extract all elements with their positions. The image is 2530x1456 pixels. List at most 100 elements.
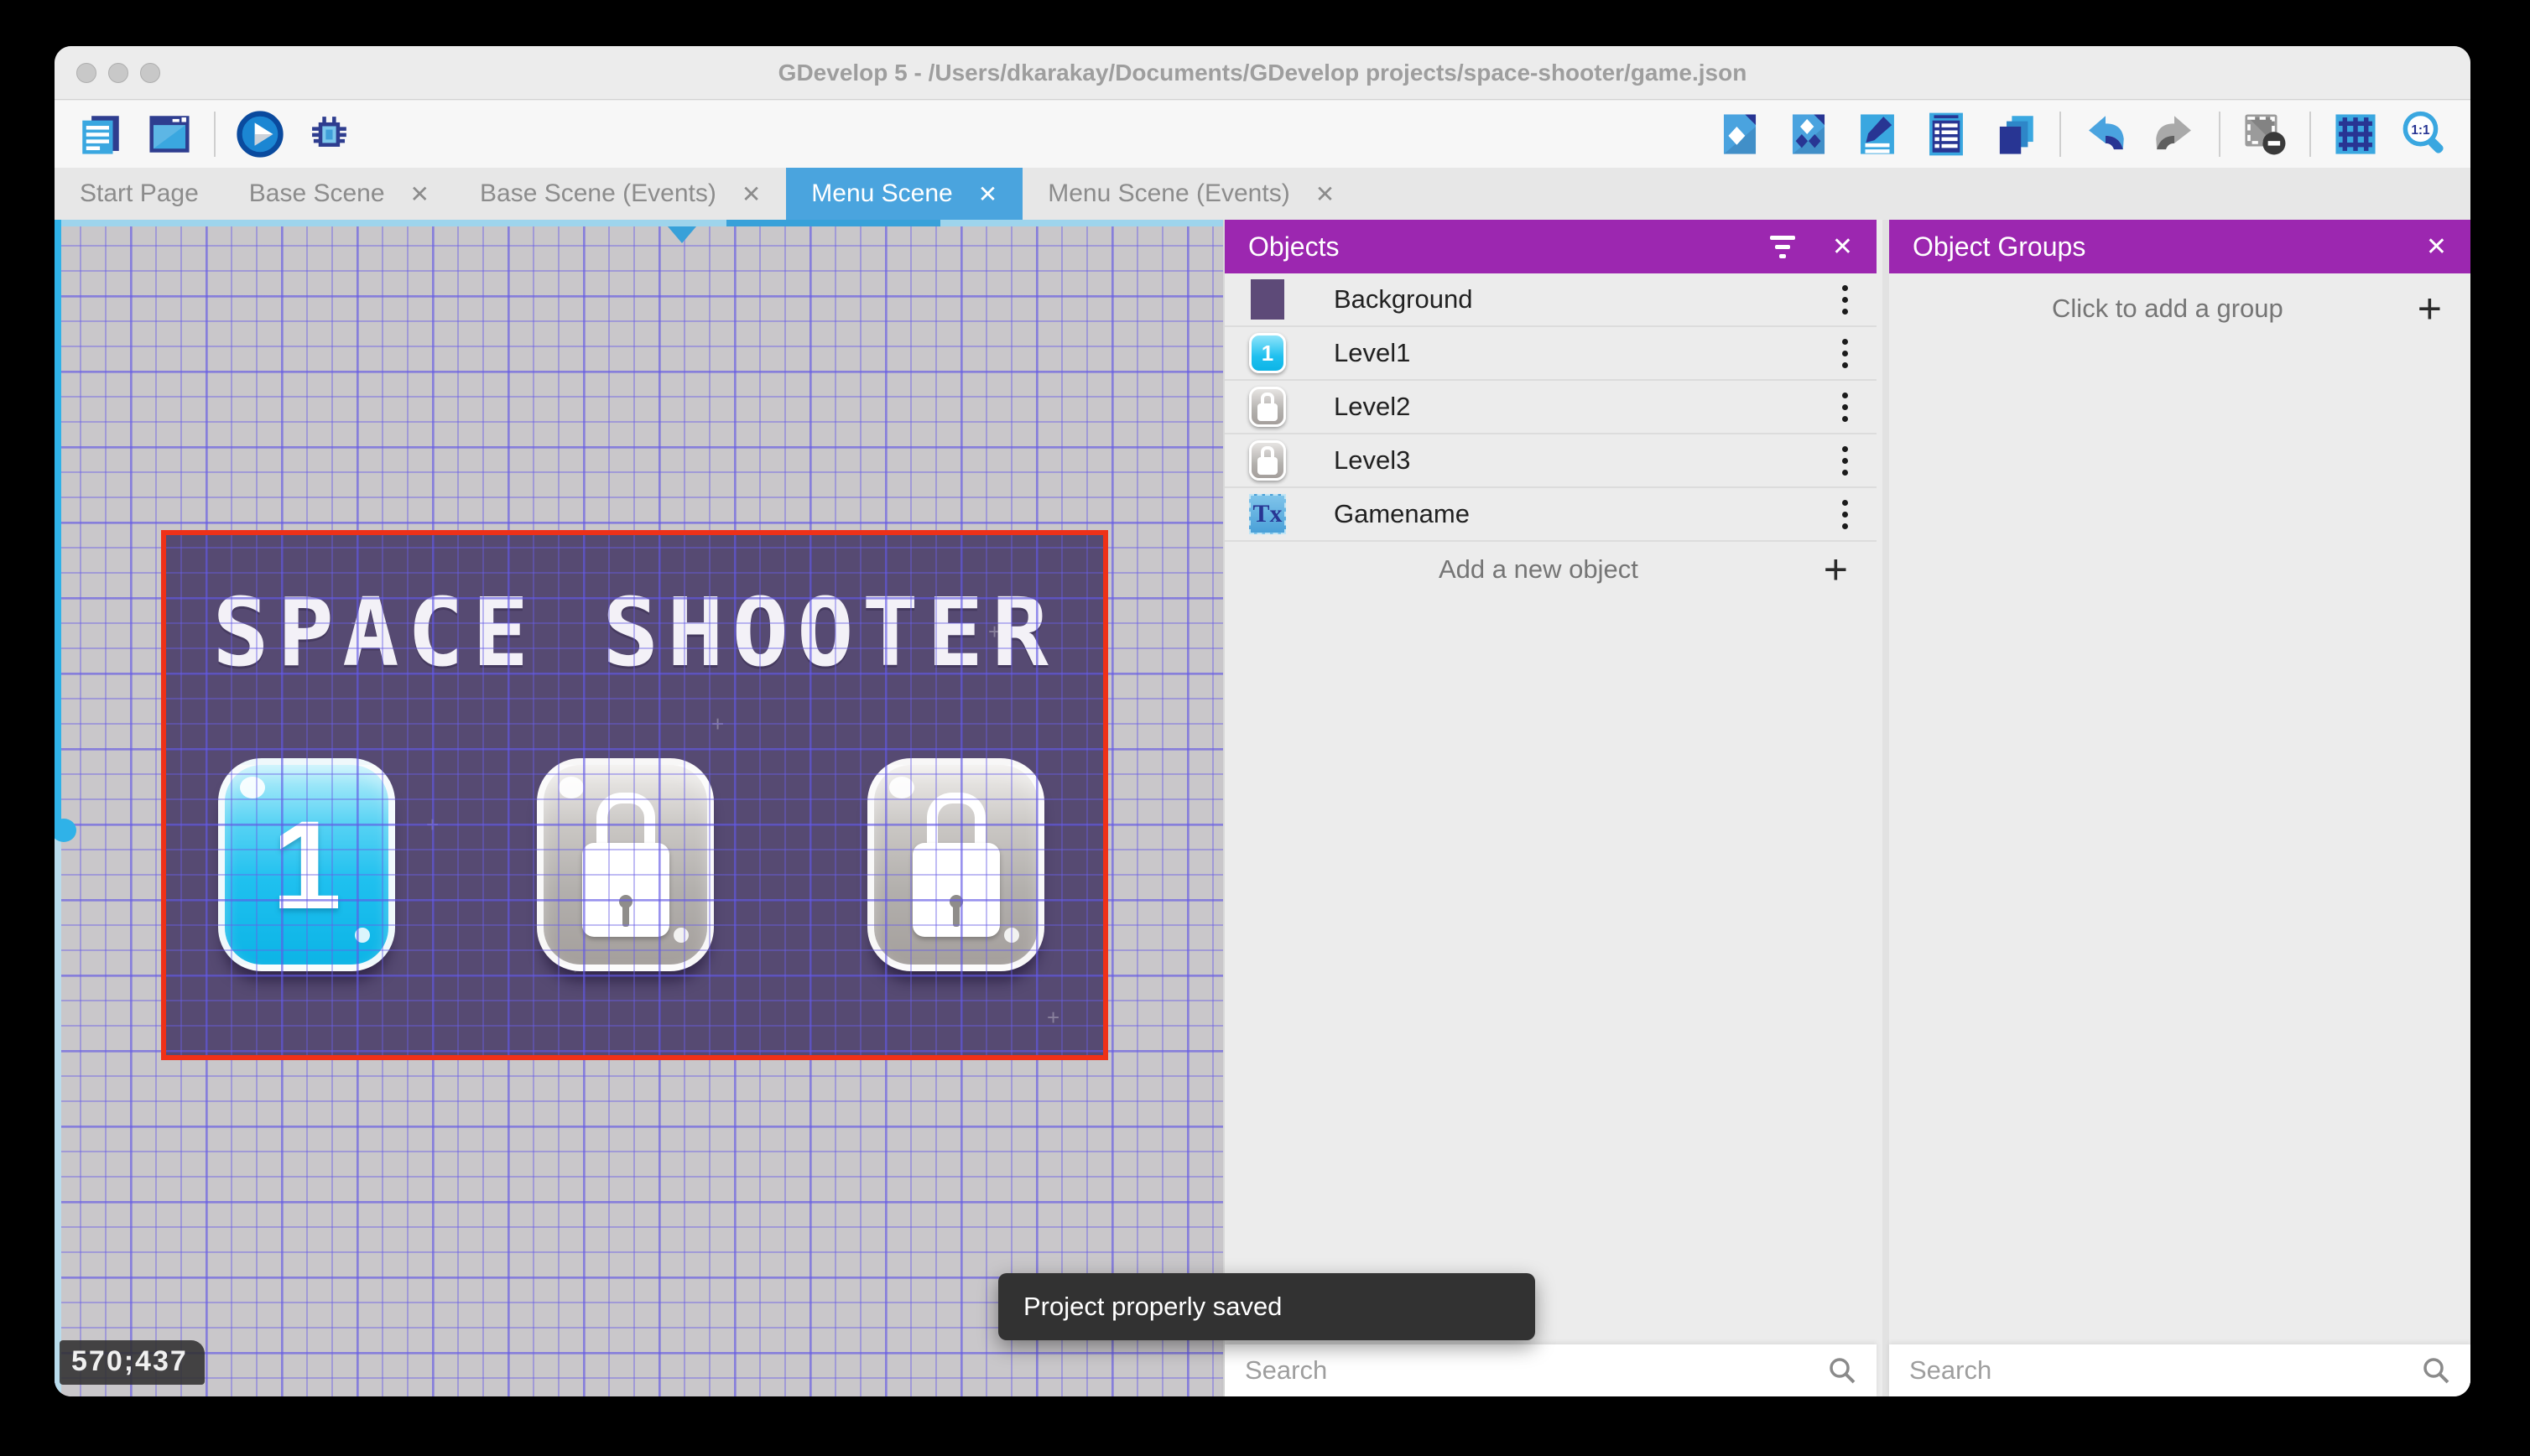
gloss-highlight [1004, 928, 1019, 943]
debug-icon[interactable] [305, 110, 353, 159]
close-tab-icon[interactable]: ✕ [978, 180, 997, 208]
object-menu-icon[interactable] [1842, 284, 1848, 315]
save-toast: Project properly saved [998, 1273, 1535, 1340]
object-thumbnail [1248, 278, 1287, 320]
vertical-scroll-marker[interactable] [55, 819, 76, 842]
search-icon [1830, 1358, 1856, 1384]
grid-icon[interactable] [2331, 110, 2380, 159]
object-row-level1[interactable]: 1 Level1 [1225, 327, 1877, 381]
toolbar-right: 1:1 [1715, 110, 2449, 159]
object-menu-icon[interactable] [1842, 499, 1848, 529]
horizontal-scrollbar[interactable] [55, 220, 1223, 226]
object-label: Background [1334, 284, 1473, 314]
play-button[interactable] [236, 110, 284, 159]
start-page-icon[interactable] [145, 110, 194, 159]
gloss-highlight [355, 928, 370, 943]
toolbar-left [76, 110, 353, 159]
instances-list-icon[interactable] [1922, 110, 1970, 159]
gloss-highlight [889, 777, 914, 798]
zoom-1-1-icon[interactable]: 1:1 [2400, 110, 2449, 159]
object-thumbnail: Tx [1248, 493, 1287, 535]
object-row-level3[interactable]: Level3 [1225, 434, 1877, 488]
vertical-scrollbar[interactable] [55, 220, 61, 1396]
search-icon [2423, 1358, 2449, 1384]
level3-button-instance[interactable] [867, 758, 1044, 971]
objects-search-input[interactable] [1245, 1355, 1828, 1386]
gloss-highlight [240, 777, 265, 798]
gloss-highlight [559, 777, 584, 798]
object-groups-editor-icon[interactable] [1784, 110, 1833, 159]
horizontal-scroll-marker[interactable] [668, 226, 696, 243]
undo-button[interactable] [2081, 110, 2130, 159]
titlebar: GDevelop 5 - /Users/dkarakay/Documents/G… [55, 46, 2470, 100]
object-label: Level1 [1334, 338, 1411, 367]
level1-button-instance[interactable]: 1 [218, 758, 395, 971]
groups-search-input[interactable] [1909, 1355, 2422, 1386]
add-object-plus-icon[interactable]: + [1824, 549, 1848, 590]
object-menu-icon[interactable] [1842, 392, 1848, 422]
gdevelop-window: GDevelop 5 - /Users/dkarakay/Documents/G… [55, 46, 2470, 1396]
vertical-scrollbar-thumb[interactable] [55, 220, 61, 830]
object-thumbnail [1248, 439, 1287, 481]
tab-label: Base Scene (Events) [480, 179, 716, 207]
properties-icon[interactable] [1853, 110, 1902, 159]
tab-label: Menu Scene [811, 179, 953, 207]
tab-bar: Start Page Base Scene ✕ Base Scene (Even… [55, 168, 2470, 220]
object-menu-icon[interactable] [1842, 445, 1848, 476]
zoom-1-1-label: 1:1 [2411, 123, 2430, 138]
filter-icon[interactable] [1769, 235, 1795, 258]
object-label: Level2 [1334, 392, 1411, 421]
mask-render-icon[interactable] [2241, 110, 2289, 159]
groups-search-bar [1889, 1344, 2470, 1396]
level2-button-instance[interactable] [537, 758, 714, 971]
objects-editor-icon[interactable] [1715, 110, 1764, 159]
tab-menu-scene-events[interactable]: Menu Scene (Events) ✕ [1023, 168, 1360, 220]
close-tab-icon[interactable]: ✕ [742, 180, 761, 208]
close-panel-icon[interactable]: ✕ [1832, 232, 1853, 262]
star-decoration: + [711, 711, 725, 736]
project-manager-icon[interactable] [76, 110, 125, 159]
tab-label: Start Page [80, 179, 199, 207]
horizontal-scrollbar-thumb[interactable] [726, 220, 940, 226]
add-group-plus-icon[interactable]: + [2418, 288, 2442, 330]
object-thumbnail [1248, 386, 1287, 428]
close-tab-icon[interactable]: ✕ [1315, 180, 1335, 208]
cursor-coordinates: 570;437 [60, 1340, 205, 1385]
tab-label: Base Scene [248, 179, 385, 207]
objects-panel-header: Objects ✕ [1225, 220, 1877, 273]
object-menu-icon[interactable] [1842, 338, 1848, 368]
objects-panel: Objects ✕ Background 1 Level1 Level2 Lev… [1223, 220, 1877, 1396]
toolbar-separator [2309, 112, 2311, 157]
gloss-highlight [674, 928, 689, 943]
object-groups-panel: Object Groups ✕ Click to add a group + [1882, 220, 2470, 1396]
star-decoration: + [426, 812, 440, 837]
scene-title-text[interactable]: SPACE SHOOTER [166, 579, 1103, 688]
objects-panel-title: Objects [1248, 231, 1340, 262]
add-group-row[interactable]: Click to add a group + [1889, 273, 2470, 344]
add-group-label: Click to add a group [2052, 294, 2283, 323]
tab-base-scene-events[interactable]: Base Scene (Events) ✕ [455, 168, 786, 220]
lock-icon [581, 793, 669, 937]
redo-button[interactable] [2150, 110, 2199, 159]
object-row-background[interactable]: Background [1225, 273, 1877, 327]
objects-search-bar [1225, 1344, 1877, 1396]
scene-canvas[interactable]: + + + + + + + SPACE SHOOTER 1 [55, 220, 1223, 1396]
add-object-row[interactable]: Add a new object + [1225, 542, 1877, 597]
main-content: + + + + + + + SPACE SHOOTER 1 [55, 220, 2470, 1396]
object-label: Gamename [1334, 499, 1470, 528]
tab-start-page[interactable]: Start Page [55, 168, 224, 220]
toolbar-separator [2059, 112, 2061, 157]
tab-menu-scene[interactable]: Menu Scene ✕ [786, 168, 1023, 220]
object-groups-panel-title: Object Groups [1913, 231, 2086, 262]
layers-icon[interactable] [1991, 110, 2039, 159]
object-row-gamename[interactable]: Tx Gamename [1225, 488, 1877, 542]
close-tab-icon[interactable]: ✕ [410, 180, 429, 208]
close-panel-icon[interactable]: ✕ [2426, 232, 2447, 262]
tab-base-scene[interactable]: Base Scene ✕ [224, 168, 455, 220]
object-row-level2[interactable]: Level2 [1225, 381, 1877, 434]
scene-background-instance[interactable]: + + + + + + + SPACE SHOOTER 1 [166, 535, 1103, 1055]
toolbar-separator [2219, 112, 2220, 157]
object-thumbnail: 1 [1248, 332, 1287, 374]
window-title: GDevelop 5 - /Users/dkarakay/Documents/G… [778, 60, 1747, 86]
tab-label: Menu Scene (Events) [1048, 179, 1290, 207]
